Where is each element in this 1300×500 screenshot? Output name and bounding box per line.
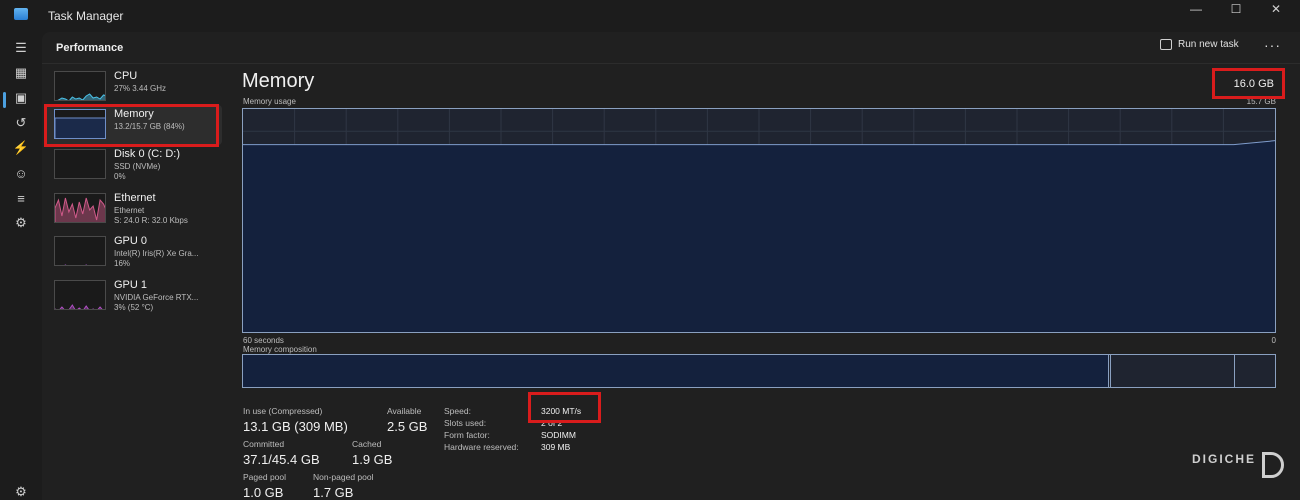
graph-time-span: 60 seconds bbox=[243, 336, 284, 345]
title-bar: Task Manager — ☐ ✕ bbox=[0, 0, 1300, 32]
gpu1-thumbnail-graph bbox=[54, 280, 106, 310]
run-task-icon bbox=[1160, 39, 1172, 50]
cached-label: Cached bbox=[352, 439, 382, 449]
hardware-reserved-label: Hardware reserved: bbox=[444, 442, 519, 452]
perf-item-name: Ethernet bbox=[114, 192, 156, 204]
gpu0-thumbnail-graph bbox=[54, 236, 106, 266]
graph-time-now: 0 bbox=[1271, 336, 1276, 345]
perf-item-name: GPU 0 bbox=[114, 235, 148, 247]
non-paged-pool-label: Non-paged pool bbox=[313, 472, 374, 482]
perf-item-detail: 27% 3.44 GHz bbox=[114, 84, 167, 93]
startup-apps-icon[interactable]: ⚡ bbox=[11, 138, 31, 158]
composition-in-use bbox=[243, 355, 1108, 387]
thumbnail-graph-path bbox=[64, 264, 88, 265]
cached-value: 1.9 GB bbox=[352, 452, 393, 467]
memory-composition-bar bbox=[242, 354, 1276, 388]
hamburger-menu-icon[interactable]: ☰ bbox=[11, 38, 31, 58]
task-manager-app-icon bbox=[14, 8, 28, 20]
page-title: Performance bbox=[56, 42, 124, 54]
available-value: 2.5 GB bbox=[387, 419, 428, 434]
run-new-task-button[interactable]: Run new task bbox=[1160, 39, 1239, 50]
perf-item-ethernet[interactable]: Ethernet Ethernet S: 24.0 R: 32.0 Kbps bbox=[44, 189, 222, 229]
page-header: Performance Run new task ··· bbox=[42, 32, 1300, 64]
settings-icon[interactable]: ⚙ bbox=[11, 482, 31, 500]
details-icon[interactable]: ≡ bbox=[11, 188, 31, 208]
disk-thumbnail-graph bbox=[54, 149, 106, 179]
memory-heading: Memory bbox=[242, 70, 315, 92]
perf-item-cpu[interactable]: CPU 27% 3.44 GHz bbox=[44, 67, 222, 107]
minimize-button[interactable]: — bbox=[1176, 0, 1216, 18]
performance-icon[interactable]: ▣ bbox=[11, 88, 31, 108]
perf-item-disk[interactable]: Disk 0 (C: D:) SSD (NVMe) 0% bbox=[44, 145, 222, 185]
perf-item-gpu0[interactable]: GPU 0 Intel(R) Iris(R) Xe Gra... 16% bbox=[44, 232, 222, 272]
committed-value: 37.1/45.4 GB bbox=[243, 452, 320, 467]
perf-item-name: Disk 0 (C: D:) bbox=[114, 148, 180, 160]
form-factor-label: Form factor: bbox=[444, 430, 490, 440]
composition-free bbox=[1235, 355, 1275, 387]
perf-item-detail: Ethernet S: 24.0 R: 32.0 Kbps bbox=[114, 206, 188, 225]
committed-label: Committed bbox=[243, 439, 285, 449]
perf-item-gpu1[interactable]: GPU 1 NVIDIA GeForce RTX... 3% (52 °C) bbox=[44, 276, 222, 316]
memory-item-highlight bbox=[44, 104, 219, 147]
paged-pool-label: Paged pool bbox=[243, 472, 287, 482]
left-navigation: ☰ ▦ ▣ ↺ ⚡ ☺ ≡ ⚙ ⚙ bbox=[0, 32, 42, 500]
users-icon[interactable]: ☺ bbox=[11, 163, 31, 183]
memory-composition-label: Memory composition bbox=[243, 345, 317, 354]
speed-highlight bbox=[528, 392, 601, 423]
in-use-value: 13.1 GB (309 MB) bbox=[243, 419, 348, 434]
processes-icon[interactable]: ▦ bbox=[11, 63, 31, 83]
thumbnail-graph-path bbox=[55, 197, 105, 222]
thumbnail-graph-path bbox=[55, 304, 103, 309]
thumbnail-graph-path bbox=[57, 93, 105, 100]
non-paged-pool-value: 1.7 GB bbox=[313, 485, 354, 500]
perf-item-name: GPU 1 bbox=[114, 279, 148, 291]
slots-used-label: Slots used: bbox=[444, 418, 487, 428]
composition-standby bbox=[1111, 355, 1235, 387]
close-button[interactable]: ✕ bbox=[1256, 0, 1296, 18]
available-label: Available bbox=[387, 406, 422, 416]
digiche-watermark: DIGICHE bbox=[1192, 452, 1257, 466]
window-title: Task Manager bbox=[48, 9, 124, 23]
form-factor-value: SODIMM bbox=[541, 430, 576, 440]
paged-pool-value: 1.0 GB bbox=[243, 485, 284, 500]
more-options-button[interactable]: ··· bbox=[1264, 37, 1281, 53]
services-icon[interactable]: ⚙ bbox=[11, 213, 31, 233]
in-use-label: In use (Compressed) bbox=[243, 406, 323, 416]
perf-item-detail: NVIDIA GeForce RTX... 3% (52 °C) bbox=[114, 293, 199, 312]
memory-usage-label: Memory usage bbox=[243, 97, 296, 106]
perf-item-detail: SSD (NVMe) 0% bbox=[114, 162, 161, 181]
cpu-thumbnail-graph bbox=[54, 71, 106, 101]
ethernet-thumbnail-graph bbox=[54, 193, 106, 223]
run-new-task-label: Run new task bbox=[1178, 39, 1239, 50]
total-capacity-highlight bbox=[1212, 68, 1285, 99]
app-history-icon[interactable]: ↺ bbox=[11, 113, 31, 133]
main-panel: Performance Run new task ··· CPU 27% 3.4… bbox=[42, 32, 1300, 500]
perf-item-detail: Intel(R) Iris(R) Xe Gra... 16% bbox=[114, 249, 199, 268]
speed-label: Speed: bbox=[444, 406, 471, 416]
memory-usage-area bbox=[243, 140, 1275, 332]
hardware-reserved-value: 309 MB bbox=[541, 442, 571, 452]
memory-usage-graph bbox=[242, 108, 1276, 333]
maximize-button[interactable]: ☐ bbox=[1216, 0, 1256, 18]
nav-active-indicator bbox=[3, 92, 6, 108]
perf-item-name: CPU bbox=[114, 70, 138, 82]
